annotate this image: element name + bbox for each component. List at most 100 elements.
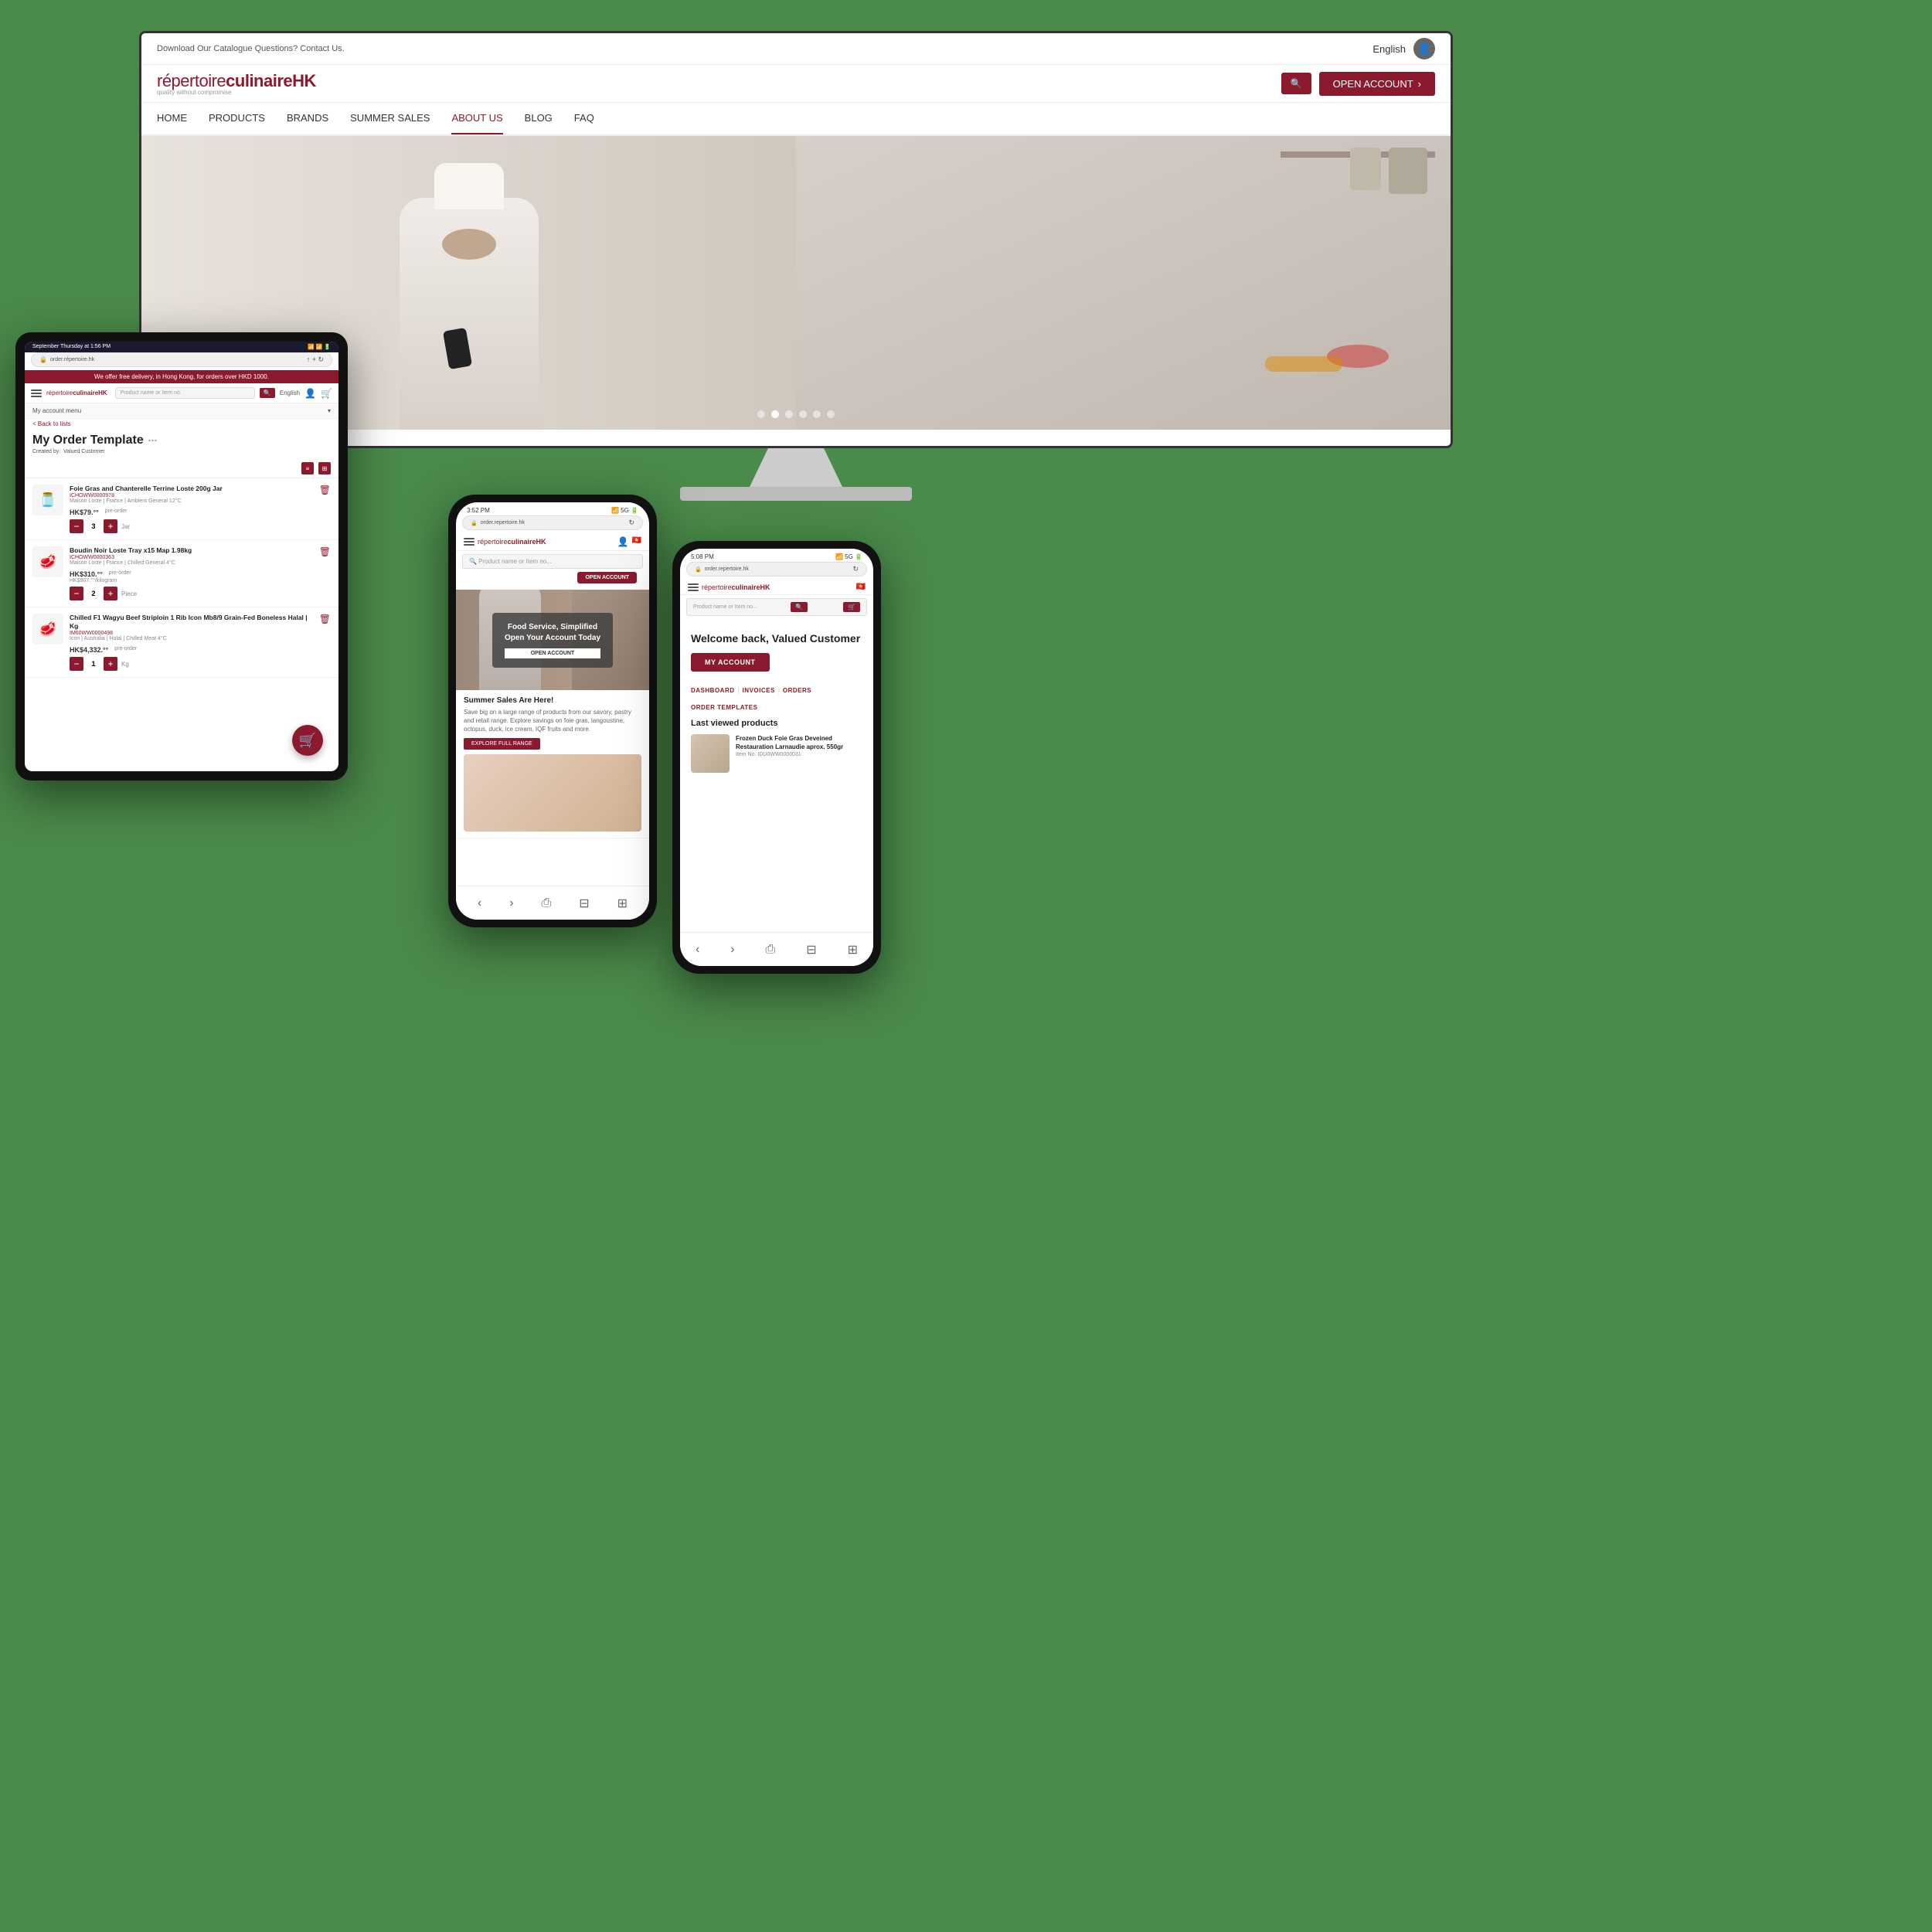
search-button[interactable]: 🔍: [1281, 73, 1311, 94]
nav-about-us[interactable]: ABOUT US: [451, 103, 502, 134]
phone2-reload[interactable]: ↻: [852, 565, 859, 573]
phone1-hero-cta[interactable]: OPEN ACCOUNT: [505, 648, 600, 658]
dot-5[interactable]: [813, 410, 821, 418]
product-code-1: ICHOWW0000978: [70, 493, 313, 498]
phone1-reload[interactable]: ↻: [628, 519, 634, 527]
carousel-dots: [757, 410, 835, 418]
dot-3[interactable]: [785, 410, 793, 418]
phone1-url-bar[interactable]: 🔒 order.repertoire.hk ↻: [462, 515, 643, 530]
product-info-1: Foie Gras and Chanterelle Terrine Loste …: [70, 485, 313, 533]
tablet-logo[interactable]: répertoireculinaireHK: [46, 389, 107, 396]
tablet-user-icon[interactable]: 👤: [304, 388, 316, 399]
phone1-back-btn[interactable]: ‹: [478, 896, 481, 910]
hero-kitchen-area: Food Service, Simplified Open Your Accou…: [796, 136, 1451, 430]
phone2-flag-icon[interactable]: 🇭🇰: [856, 583, 866, 591]
tablet-search-button[interactable]: 🔍: [260, 388, 275, 398]
qty-unit-3: Kg: [121, 661, 129, 668]
phone2-url-bar[interactable]: 🔒 order.repertoire.hk ↻: [686, 562, 867, 577]
qty-plus-1[interactable]: +: [104, 519, 117, 533]
product-name-1: Foie Gras and Chanterelle Terrine Loste …: [70, 485, 313, 493]
phone2-cart-icon[interactable]: 🛒: [843, 602, 860, 612]
qty-minus-2[interactable]: −: [70, 587, 83, 600]
phone2-search-icon[interactable]: 🔍: [791, 602, 808, 612]
phone1-outer: 3:52 PM 📶 5G 🔋 🔒 order.repertoire.hk ↻ r…: [448, 495, 657, 927]
delete-product-1[interactable]: 🗑: [319, 485, 331, 495]
nav-home[interactable]: HOME: [157, 103, 187, 134]
language-selector[interactable]: English: [1372, 43, 1406, 55]
view-list-icon[interactable]: ≡: [301, 462, 314, 474]
tablet-lang[interactable]: English: [280, 389, 300, 396]
user-icon[interactable]: 👤: [1413, 38, 1435, 60]
last-viewed-item-no: Item No. IDU0WW0000031: [736, 752, 862, 757]
phone1-flag-icon[interactable]: 🇭🇰: [632, 536, 641, 547]
phone1-user-icon[interactable]: 👤: [617, 536, 629, 547]
phone1-search-bar[interactable]: 🔍 Product name or Item no...: [462, 554, 643, 569]
phone1-logo[interactable]: répertoireculinaireHK: [478, 538, 614, 546]
page-title-ellipsis[interactable]: ···: [148, 435, 158, 446]
tablet-url-bar[interactable]: 🔒 order.répertoire.hk ↑ + ↻: [31, 352, 332, 367]
tablet-search-bar[interactable]: Product name or Item no.: [115, 387, 255, 399]
phone1-share-icon[interactable]: ⎙: [542, 896, 552, 910]
lock-icon: 🔒: [39, 356, 47, 363]
qty-value-1: 3: [87, 522, 100, 530]
dot-4[interactable]: [799, 410, 807, 418]
tablet-device: September Thursday at 1:56 PM 📶 📶 🔋 🔒 or…: [15, 332, 348, 781]
nav-summer-sales[interactable]: SUMMER SALES: [350, 103, 430, 134]
product-qty-1: − 3 + Jar: [70, 519, 313, 533]
phone2-tabs-icon[interactable]: ⊞: [848, 942, 858, 957]
link-orders[interactable]: ORDERS: [783, 687, 811, 701]
phone1-nav-icons: 👤 🇭🇰: [617, 536, 641, 547]
cart-fab-button[interactable]: 🛒: [292, 725, 323, 756]
phone2-forward-btn[interactable]: ›: [730, 943, 734, 957]
url-actions: ↑ + ↻: [307, 355, 324, 364]
phone2-search-placeholder: Product name or Item no...: [693, 604, 757, 610]
tablet-nav-icons: English 👤 🛒: [280, 388, 332, 399]
nav-faq[interactable]: FAQ: [574, 103, 594, 134]
link-dashboard[interactable]: DASHBOARD: [691, 687, 735, 701]
phone2-share-icon[interactable]: ⎙: [766, 943, 776, 957]
last-viewed-title: Last viewed products: [691, 719, 862, 728]
phone2-search-bar[interactable]: Product name or Item no... 🔍 🛒: [686, 598, 867, 616]
phone1-hero-headline: Food Service, Simplified Open Your Accou…: [505, 622, 600, 644]
my-account-button[interactable]: MY ACCOUNT: [691, 653, 770, 672]
phone1-forward-btn[interactable]: ›: [509, 896, 513, 910]
qty-minus-3[interactable]: −: [70, 657, 83, 671]
delete-product-2[interactable]: 🗑: [319, 546, 331, 557]
tablet-back-link[interactable]: < Back to lists: [25, 419, 338, 429]
nav-brands[interactable]: BRANDS: [287, 103, 328, 134]
product-item-2: 🥩 Boudin Noir Loste Tray x15 Map 1.98kg …: [25, 540, 338, 607]
dot-6[interactable]: [827, 410, 835, 418]
nav-products[interactable]: PRODUCTS: [209, 103, 265, 134]
link-invoices[interactable]: INVOICES: [743, 687, 775, 701]
delete-product-3[interactable]: 🗑: [319, 614, 331, 624]
phone1-hamburger[interactable]: [464, 538, 474, 546]
phone2-hamburger[interactable]: [688, 583, 699, 591]
qty-plus-3[interactable]: +: [104, 657, 117, 671]
qty-minus-1[interactable]: −: [70, 519, 83, 533]
dot-1[interactable]: [757, 410, 765, 418]
view-grid-icon[interactable]: ⊞: [318, 462, 331, 474]
phone2-bookmark-icon[interactable]: ⊟: [806, 942, 816, 957]
tablet-created-by: Created by: Valued Customer: [25, 449, 338, 459]
header-actions: 🔍 OPEN ACCOUNT ›: [1281, 72, 1435, 96]
product-price-2: HK$310.°°: [70, 570, 103, 578]
welcome-section: Welcome back, Valued Customer MY ACCOUNT: [680, 619, 873, 679]
phone2-back-btn[interactable]: ‹: [696, 943, 699, 957]
link-order-templates[interactable]: ORDER TEMPLATES: [691, 704, 757, 711]
hamburger-menu[interactable]: [31, 389, 42, 397]
phone2-status-bar: 5:08 PM 📶 5G 🔋: [680, 549, 873, 562]
tablet-cart-icon[interactable]: 🛒: [321, 388, 332, 399]
open-account-button[interactable]: OPEN ACCOUNT ›: [1319, 72, 1435, 96]
phone1-tabs-icon[interactable]: ⊞: [617, 896, 628, 911]
phone1-signal: 📶 5G 🔋: [611, 507, 638, 514]
qty-plus-2[interactable]: +: [104, 587, 117, 600]
phone2-logo[interactable]: répertoireculinaireHK: [702, 583, 853, 591]
phone1-explore-btn[interactable]: EXPLORE FULL RANGE: [464, 738, 540, 750]
phone1-open-account-btn[interactable]: OPEN ACCOUNT: [577, 572, 637, 583]
monitor-stand: [750, 448, 842, 487]
phone1-bookmark-icon[interactable]: ⊟: [579, 896, 589, 911]
nav-blog[interactable]: BLOG: [525, 103, 553, 134]
dot-2[interactable]: [771, 410, 779, 418]
topbar-left-text: Download Our Catalogue Questions? Contac…: [157, 44, 345, 53]
chevron-down-icon[interactable]: ▾: [328, 407, 331, 414]
